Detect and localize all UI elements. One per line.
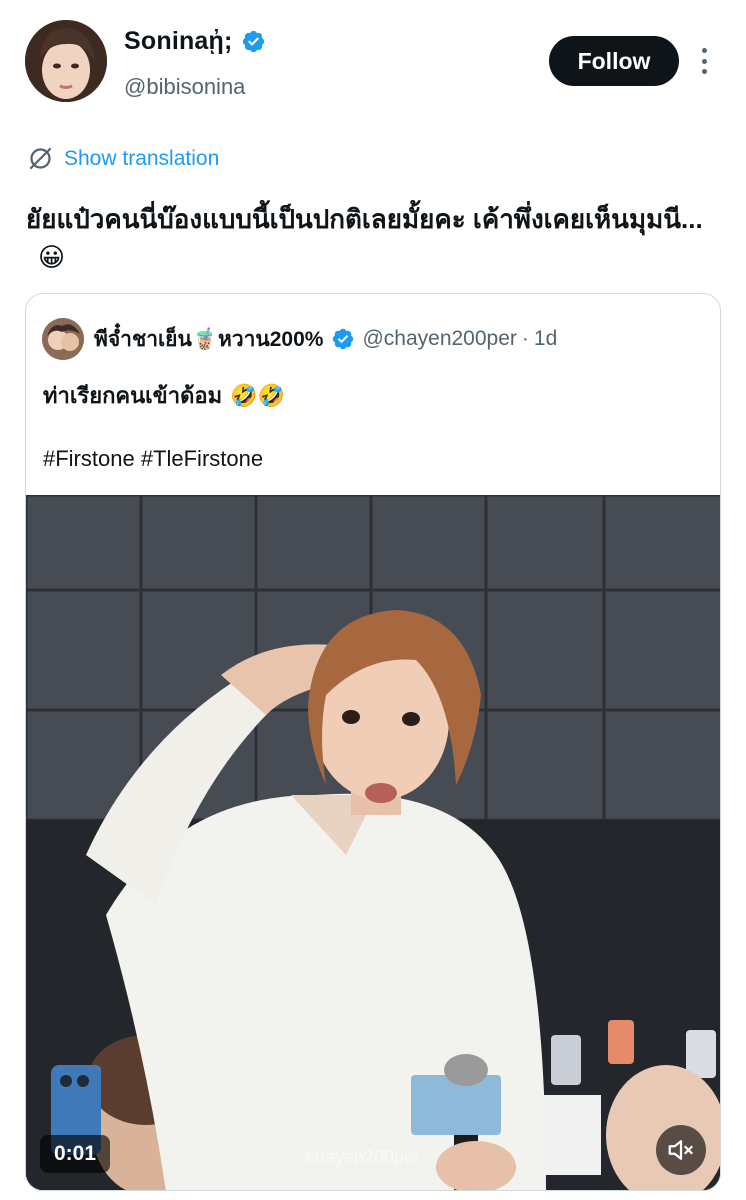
verified-badge-icon	[242, 30, 264, 52]
globe-slash-icon	[29, 147, 52, 170]
quoted-tweet-card[interactable]: พีจ๋ำชาเย็น🧋หวาน200% @chayen200per · 1d …	[25, 293, 721, 1191]
author-handle[interactable]: @bibisonina	[124, 74, 245, 100]
video-timestamp: 0:01	[40, 1135, 111, 1173]
top-edge	[0, 0, 746, 6]
volume-muted-icon	[668, 1140, 694, 1160]
quoted-verified-badge-icon	[333, 328, 354, 350]
tweet-text: ยัยแป๋วคนนี่บ๊องแบบนี้เป็นปกติเลยมั้ยคะ …	[26, 204, 703, 272]
video-frame	[26, 495, 720, 1190]
video-player[interactable]: chayen200per 0:01	[26, 495, 720, 1190]
quoted-hashtags[interactable]: #Firstone #TleFirstone	[43, 446, 263, 472]
show-translation-link[interactable]: Show translation	[27, 145, 219, 172]
video-watermark: chayen200per	[306, 1147, 421, 1167]
quoted-tweet-header: พีจ๋ำชาเย็น🧋หวาน200% @chayen200per · 1d	[42, 318, 557, 360]
tweet-emoji: 😀	[38, 242, 66, 272]
author-name-row: Soninaᾐ;	[124, 24, 266, 58]
quoted-emoji: 🤣🤣	[230, 383, 285, 408]
mute-button[interactable]	[656, 1125, 706, 1175]
author-avatar[interactable]	[25, 20, 107, 102]
author-display-name[interactable]: Soninaᾐ;	[124, 27, 233, 56]
show-translation-label: Show translation	[64, 146, 220, 170]
more-vertical-icon[interactable]	[694, 44, 714, 78]
quoted-separator: ·	[521, 327, 529, 350]
quoted-author-avatar[interactable]	[42, 318, 84, 360]
quoted-display-name[interactable]: พีจ๋ำชาเย็น🧋หวาน200%	[94, 323, 323, 356]
quoted-tweet-text: ท่าเรียกคนเข้าด้อม 🤣🤣	[43, 383, 285, 408]
follow-button[interactable]: Follow	[549, 36, 679, 86]
quoted-handle[interactable]: @chayen200per	[362, 327, 516, 351]
quoted-timestamp[interactable]: 1d	[534, 327, 557, 351]
